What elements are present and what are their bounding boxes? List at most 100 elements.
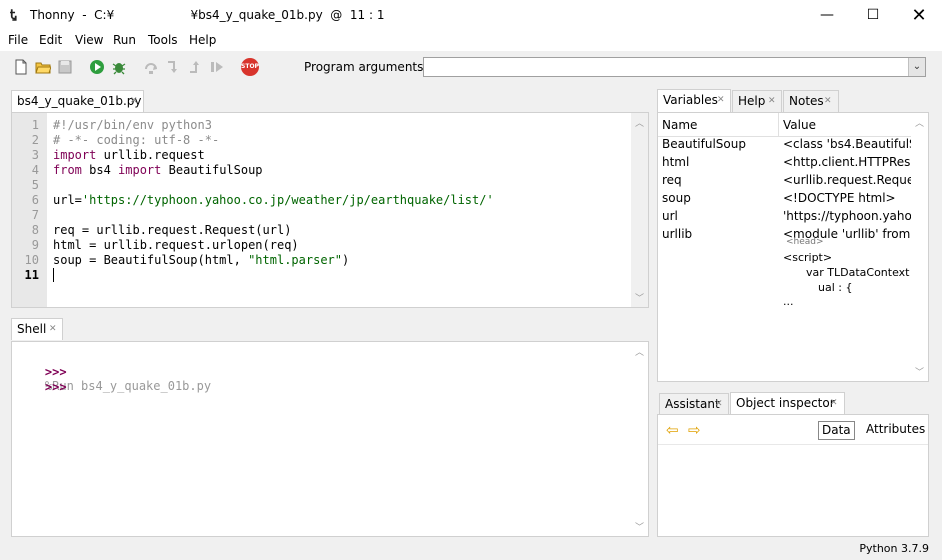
code-token: )	[342, 253, 350, 267]
new-file-icon[interactable]	[13, 59, 29, 75]
line-number: 10	[24, 253, 39, 267]
variable-value: <urllib.request.Request object>	[783, 173, 913, 187]
code-token: urllib.request	[96, 148, 205, 162]
program-arguments-label: Program arguments:	[304, 60, 428, 74]
close-icon[interactable]: ✕	[824, 91, 832, 112]
maximize-button[interactable]: ☐	[850, 0, 896, 31]
back-arrow-icon[interactable]: ⇦	[666, 421, 679, 439]
menu-view[interactable]: View	[75, 33, 103, 47]
menu-file[interactable]: File	[8, 33, 28, 47]
tab-help[interactable]: Help ✕	[732, 90, 782, 112]
variable-row[interactable]: html <http.client.HTTPResponse object>	[658, 155, 913, 173]
variable-name: urllib	[662, 227, 693, 241]
help-tab-label: Help	[738, 94, 766, 108]
step-over-icon[interactable]	[143, 59, 159, 75]
line-number: 7	[31, 208, 39, 222]
tab-editor-file[interactable]: bs4_y_quake_01b.py ✕	[11, 90, 144, 112]
code-line[interactable]: url='https://typhoon.yahoo.co.jp/weather…	[53, 193, 494, 207]
line-number-gutter: 1 2 3 4 5 6 7 8 9 10 11	[12, 113, 47, 307]
menu-run[interactable]: Run	[113, 33, 136, 47]
variables-scrollbar[interactable]: ︿ ﹀	[911, 113, 928, 381]
code-token: soup = BeautifulSoup(html,	[53, 253, 249, 267]
tab-variables[interactable]: Variables ✕	[657, 89, 731, 112]
scroll-down-icon[interactable]: ﹀	[911, 365, 928, 378]
run-icon[interactable]	[89, 59, 105, 75]
attributes-view-button[interactable]: Attributes	[863, 421, 928, 440]
step-into-icon[interactable]	[165, 59, 181, 75]
code-token: #!/usr/bin/env python3	[53, 118, 212, 132]
line-number: 3	[31, 148, 39, 162]
object-inspector-tab-label: Object inspector	[736, 396, 835, 410]
close-icon[interactable]: ✕	[717, 90, 725, 111]
stop-icon[interactable]: STOP	[241, 58, 259, 76]
forward-arrow-icon[interactable]: ⇨	[688, 421, 701, 439]
tab-object-inspector[interactable]: Object inspector ✕	[730, 392, 845, 415]
value-overflow-text: ...	[783, 295, 794, 308]
line-number: 11	[24, 268, 39, 282]
scroll-down-icon[interactable]: ﹀	[631, 291, 648, 304]
variable-name: req	[662, 173, 682, 187]
scroll-up-icon[interactable]: ︿	[631, 345, 648, 358]
code-line[interactable]: req = urllib.request.Request(url)	[53, 223, 291, 237]
close-window-button[interactable]: ✕	[896, 0, 942, 31]
data-view-button[interactable]: Data	[818, 421, 855, 440]
close-icon[interactable]: ✕	[830, 393, 838, 414]
resume-icon[interactable]	[209, 59, 225, 75]
variable-row[interactable]: BeautifulSoup <class 'bs4.BeautifulSoup'>	[658, 137, 913, 155]
debug-icon[interactable]	[111, 59, 127, 75]
code-token: 'https://typhoon.yahoo.co.jp/weather/jp/…	[81, 193, 494, 207]
tab-notes[interactable]: Notes ✕	[783, 90, 839, 112]
code-line[interactable]: html = urllib.request.urlopen(req)	[53, 238, 299, 252]
line-number: 6	[31, 193, 39, 207]
variable-row[interactable]: req <urllib.request.Request object>	[658, 173, 913, 191]
scroll-down-icon[interactable]: ﹀	[631, 520, 648, 533]
step-out-icon[interactable]	[187, 59, 203, 75]
name-column-header[interactable]: Name	[662, 118, 697, 132]
code-token: from	[53, 163, 82, 177]
column-divider[interactable]	[778, 113, 779, 137]
code-token: import	[118, 163, 162, 177]
code-line[interactable]: from bs4 import BeautifulSoup	[53, 163, 263, 177]
shell-run-command: %Run bs4_y_quake_01b.py	[44, 379, 212, 393]
menu-help[interactable]: Help	[189, 33, 216, 47]
program-arguments-input[interactable]: ⌄	[423, 57, 926, 77]
close-icon[interactable]: ✕	[49, 319, 57, 340]
shell-input-line[interactable]: >>>	[16, 366, 67, 408]
value-column-header[interactable]: Value	[783, 118, 816, 132]
tab-shell[interactable]: Shell ✕	[11, 318, 63, 340]
code-line[interactable]: #!/usr/bin/env python3	[53, 118, 212, 132]
editor-scrollbar[interactable]: ︿ ﹀	[631, 113, 648, 307]
menu-tools[interactable]: Tools	[148, 33, 178, 47]
minimize-button[interactable]: —	[804, 0, 850, 31]
shell-scrollbar[interactable]: ︿ ﹀	[631, 342, 648, 536]
assistant-tab-label: Assistant	[665, 397, 720, 411]
shell-console[interactable]: >>> %Run bs4_y_quake_01b.py >>> ︿ ﹀	[11, 341, 649, 537]
menu-edit[interactable]: Edit	[39, 33, 62, 47]
line-number: 5	[31, 178, 39, 192]
open-folder-icon[interactable]	[35, 59, 51, 75]
chevron-down-icon[interactable]: ⌄	[908, 58, 925, 76]
close-icon[interactable]: ✕	[715, 394, 723, 415]
variable-value: <class 'bs4.BeautifulSoup'>	[783, 137, 913, 151]
close-icon[interactable]: ✕	[768, 91, 776, 112]
scroll-up-icon[interactable]: ︿	[911, 116, 928, 129]
thonny-logo-icon: Ꮏ	[10, 8, 18, 23]
code-token: bs4	[81, 163, 119, 177]
code-token: BeautifulSoup	[161, 163, 263, 177]
code-editor[interactable]: 1 2 3 4 5 6 7 8 9 10 11 #!/usr/bin/env p…	[11, 112, 649, 308]
code-line[interactable]: import urllib.request	[53, 148, 205, 162]
code-line[interactable]: soup = BeautifulSoup(html, "html.parser"…	[53, 253, 349, 267]
close-icon[interactable]: ✕	[130, 91, 138, 112]
save-icon[interactable]	[57, 59, 73, 75]
tab-assistant[interactable]: Assistant ✕	[659, 393, 729, 415]
text-cursor	[53, 268, 54, 282]
value-overflow-text: ual : {	[818, 281, 853, 294]
variables-header: Name Value	[658, 113, 913, 137]
scroll-up-icon[interactable]: ︿	[631, 116, 648, 129]
variable-row[interactable]: url 'https://typhoon.yahoo.co.jp/'	[658, 209, 913, 227]
variable-name: BeautifulSoup	[662, 137, 746, 151]
variable-value: <http.client.HTTPResponse object>	[783, 155, 913, 169]
menu-bar: File Edit View Run Tools Help	[0, 31, 942, 51]
code-line[interactable]: # -*- coding: utf-8 -*-	[53, 133, 219, 147]
variable-row[interactable]: soup <!DOCTYPE html>	[658, 191, 913, 209]
